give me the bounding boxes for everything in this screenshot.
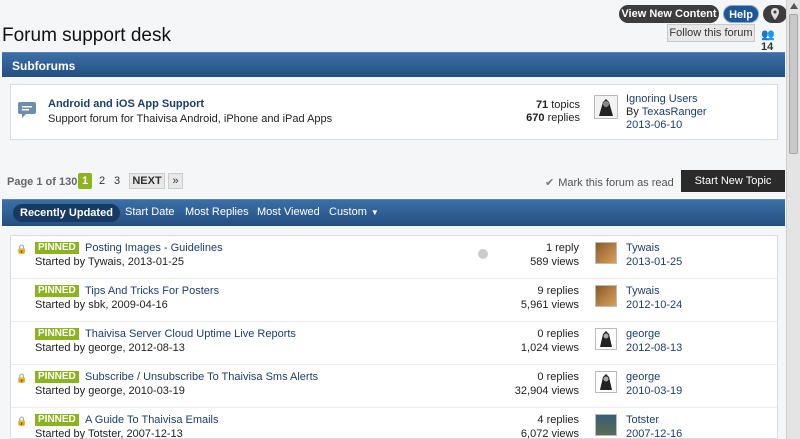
subforum-reply-count: 670 replies (526, 112, 580, 124)
last-post-date[interactable]: 2007-12-16 (626, 428, 682, 439)
start-new-topic-button[interactable]: Start New Topic (681, 170, 785, 192)
last-post-date[interactable]: 2013-06-10 (626, 119, 682, 131)
table-row: PINNED Tips And Tricks For Posters Start… (11, 279, 777, 322)
page-info: Page 1 of 130 (7, 176, 78, 188)
avatar[interactable] (594, 95, 618, 119)
avatar[interactable] (595, 285, 617, 307)
subforums-heading: Subforums (12, 59, 76, 73)
topic-title[interactable]: Posting Images - Guidelines (85, 242, 223, 254)
subforums-header: Subforums (2, 52, 785, 77)
caret-down-icon: ▼ (370, 208, 379, 217)
topic-starter: Started by sbk, 2009-04-16 (35, 299, 168, 311)
last-poster[interactable]: Tywais (626, 285, 660, 297)
table-row: PINNED Thaivisa Server Cloud Uptime Live… (11, 322, 777, 365)
topic-list: 🔒 PINNED Posting Images - Guidelines Sta… (10, 235, 778, 439)
avatar[interactable] (595, 242, 617, 264)
subforum-title[interactable]: Android and iOS App Support (48, 98, 204, 110)
lock-icon: 🔒 (16, 416, 28, 426)
scrollbar-thumb[interactable] (789, 14, 798, 154)
tab-recently-updated[interactable]: Recently Updated (13, 204, 120, 222)
reply-count: 0 replies (537, 328, 579, 340)
last-poster[interactable]: Totster (626, 414, 659, 426)
table-row: 🔒 PINNED Subscribe / Unsubscribe To Thai… (11, 365, 777, 408)
page-1-link[interactable]: 1 (78, 173, 92, 189)
avatar[interactable] (595, 414, 617, 436)
view-count: 1,024 views (520, 342, 579, 354)
topic-starter: Started by george, 2012-08-13 (35, 342, 185, 354)
subforum-row: Android and iOS App Support Support foru… (10, 84, 778, 140)
view-count: 6,072 views (520, 428, 579, 439)
view-new-content-button[interactable]: View New Content (619, 5, 719, 23)
lock-icon: 🔒 (16, 244, 28, 254)
pinned-badge: PINNED (35, 328, 79, 340)
page-2-link[interactable]: 2 (96, 173, 108, 189)
view-count: 32,904 views (514, 385, 579, 397)
checkmark-icon: ✔ (545, 177, 555, 189)
scroll-up-arrow-icon[interactable] (790, 3, 798, 9)
tab-most-replies[interactable]: Most Replies (185, 206, 249, 218)
page-title: Forum support desk (2, 25, 171, 46)
last-post-author-link[interactable]: TexasRanger (642, 106, 707, 118)
last-post-date[interactable]: 2012-08-13 (626, 342, 682, 354)
last-post-title[interactable]: Ignoring Users (626, 93, 698, 105)
topic-title[interactable]: Thaivisa Server Cloud Uptime Live Report… (85, 328, 296, 340)
last-post-date[interactable]: 2013-01-25 (626, 256, 682, 268)
last-poster[interactable]: george (626, 371, 660, 383)
topic-title[interactable]: Tips And Tricks For Posters (85, 285, 219, 297)
table-row: 🔒 PINNED A Guide To Thaivisa Emails Star… (11, 408, 777, 439)
topic-starter: Started by Totster, 2007-12-13 (35, 428, 183, 439)
pinned-badge: PINNED (35, 371, 79, 383)
subforum-description: Support forum for Thaivisa Android, iPho… (48, 113, 333, 125)
sort-tabs-bar: Recently Updated Start Date Most Replies… (2, 199, 785, 226)
pinned-badge: PINNED (35, 285, 79, 297)
reply-count: 1 reply (545, 242, 579, 254)
last-page-button[interactable]: » (168, 173, 183, 189)
follower-count[interactable]: 👥 14 (761, 28, 786, 53)
followers-icon: 👥 (761, 29, 775, 41)
pinned-badge: PINNED (35, 414, 79, 426)
topic-preview-icon[interactable] (478, 249, 488, 259)
reply-count: 9 replies (537, 285, 579, 297)
avatar[interactable] (595, 328, 617, 350)
table-row: 🔒 PINNED Posting Images - Guidelines Sta… (11, 236, 777, 279)
lock-icon: 🔒 (16, 373, 28, 383)
subforum-topic-count: 71 topics (535, 99, 580, 111)
follow-forum-button[interactable]: Follow this forum (667, 24, 755, 42)
last-post-date[interactable]: 2012-10-24 (626, 299, 682, 311)
reply-count: 0 replies (537, 371, 579, 383)
last-post-author: By TexasRanger (626, 106, 707, 118)
page-3-link[interactable]: 3 (111, 173, 123, 189)
forum-page: View New Content Help Forum support desk… (0, 0, 787, 439)
topic-title[interactable]: Subscribe / Unsubscribe To Thaivisa Sms … (85, 371, 318, 383)
map-pin-icon[interactable] (763, 5, 787, 23)
view-count: 589 views (530, 256, 579, 268)
avatar[interactable] (595, 371, 617, 393)
topic-starter: Started by george, 2010-03-19 (35, 385, 185, 397)
last-post-date[interactable]: 2010-03-19 (626, 385, 682, 397)
tab-start-date[interactable]: Start Date (125, 206, 175, 218)
tab-most-viewed[interactable]: Most Viewed (257, 206, 320, 218)
chat-bubble-icon (17, 100, 37, 120)
reply-count: 4 replies (537, 414, 579, 426)
tab-custom[interactable]: Custom ▼ (329, 206, 379, 218)
last-poster[interactable]: Tywais (626, 242, 660, 254)
topic-title[interactable]: A Guide To Thaivisa Emails (85, 414, 219, 426)
mark-forum-read-link[interactable]: ✔ Mark this forum as read (545, 176, 674, 189)
last-poster[interactable]: george (626, 328, 660, 340)
topic-starter: Started by Tywais, 2013-01-25 (35, 256, 184, 268)
vertical-scrollbar[interactable] (786, 0, 800, 439)
pinned-badge: PINNED (35, 242, 79, 254)
view-count: 5,961 views (520, 299, 579, 311)
next-page-button[interactable]: NEXT (129, 173, 165, 189)
help-button[interactable]: Help (723, 5, 759, 23)
